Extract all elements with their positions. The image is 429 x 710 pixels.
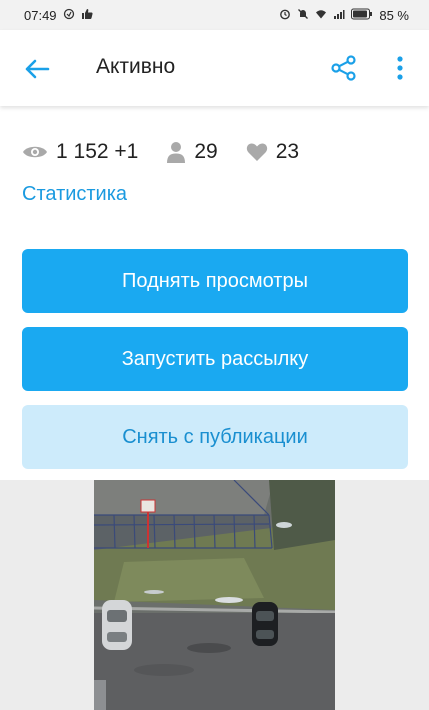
thumbs-up-icon	[81, 8, 93, 23]
sync-icon	[63, 8, 75, 23]
status-right: 85 %	[279, 8, 409, 23]
share-button[interactable]	[328, 52, 360, 84]
back-button[interactable]	[22, 54, 52, 84]
raise-views-button[interactable]: Поднять просмотры	[22, 249, 408, 313]
status-bar: 07:49 85 %	[0, 0, 429, 30]
status-time: 07:49	[24, 7, 57, 23]
likes-count: 23	[275, 140, 300, 163]
visitors-stat: 29	[166, 140, 218, 164]
likes-stat: 23	[246, 140, 299, 164]
signal-icon	[333, 8, 345, 23]
battery-icon	[351, 8, 373, 23]
page-title: Активно	[96, 55, 176, 78]
heart-icon	[246, 143, 267, 161]
mute-bell-icon	[297, 8, 309, 23]
alarm-icon	[279, 8, 291, 23]
start-mailing-button[interactable]: Запустить рассылку	[22, 327, 408, 391]
views-stat: 1 152 +1	[22, 140, 138, 164]
more-options-button[interactable]	[386, 52, 414, 84]
unpublish-button[interactable]: Снять с публикации	[22, 405, 408, 469]
battery-percent: 85 %	[379, 7, 409, 23]
back-arrow-icon	[25, 59, 50, 79]
statistics-link[interactable]: Статистика	[22, 183, 127, 206]
status-left: 07:49	[24, 8, 93, 23]
listing-photo[interactable]	[94, 480, 335, 710]
photo-area	[0, 480, 429, 710]
app-bar: Активно	[0, 30, 429, 106]
share-icon	[331, 55, 356, 81]
views-count: 1 152 +1	[56, 140, 139, 163]
stats-row: 1 152 +1 29 23	[22, 140, 327, 164]
eye-icon	[23, 146, 47, 158]
more-vertical-icon	[397, 56, 403, 80]
visitors-count: 29	[194, 140, 218, 163]
person-icon	[167, 142, 186, 163]
wifi-icon	[315, 8, 327, 23]
